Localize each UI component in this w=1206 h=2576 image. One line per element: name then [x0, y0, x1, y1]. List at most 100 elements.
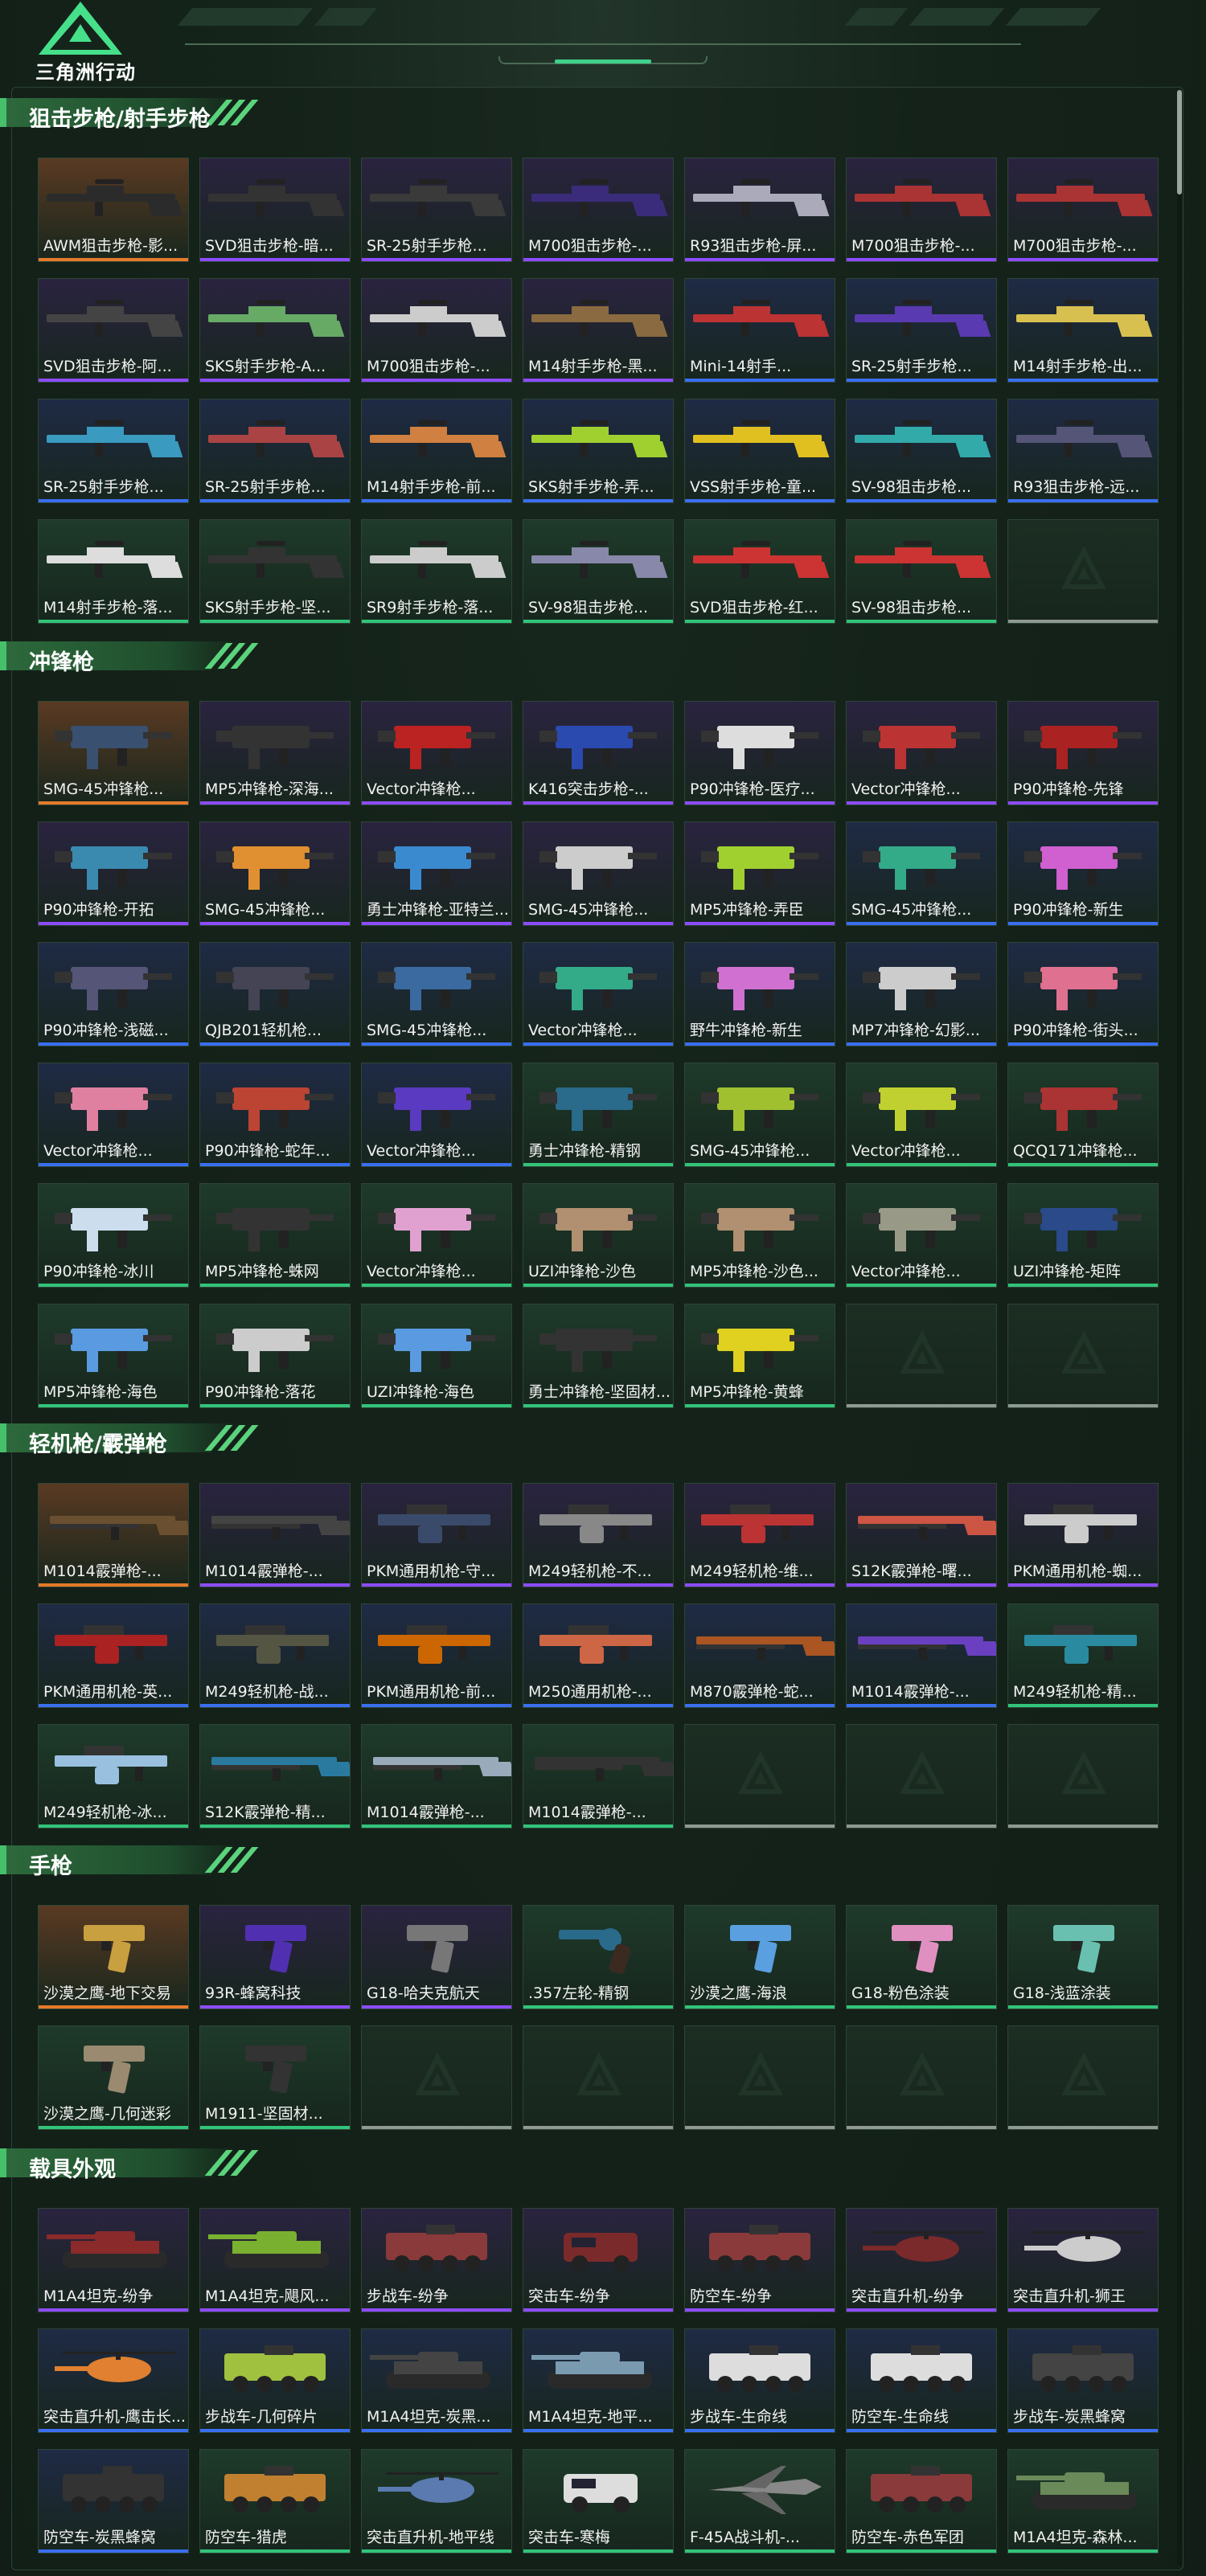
skin-card[interactable]: 步战车-生命线 — [684, 2328, 835, 2433]
skin-card[interactable]: PKM通用机枪-英... — [38, 1603, 189, 1708]
skin-card[interactable]: SR9射手步枪-落... — [361, 519, 512, 624]
skin-card[interactable]: M700狙击步枪-... — [1007, 158, 1159, 262]
skin-card[interactable]: R93狙击步枪-远... — [1007, 399, 1159, 503]
skin-card[interactable]: M1014霰弹枪-... — [38, 1483, 189, 1587]
skin-card[interactable]: Vector冲锋枪... — [846, 1183, 997, 1288]
skin-card[interactable]: MP5冲锋枪-黄蜂 — [684, 1304, 835, 1408]
skin-card[interactable]: M249轻机枪-维... — [684, 1483, 835, 1587]
skin-card[interactable]: PKM通用机枪-蜘... — [1007, 1483, 1159, 1587]
skin-card[interactable]: 勇士冲锋枪-坚固材... — [523, 1304, 674, 1408]
skin-card[interactable]: M249轻机枪-战... — [199, 1603, 351, 1708]
skin-card[interactable]: Vector冲锋枪... — [361, 1183, 512, 1288]
skin-card[interactable]: M700狙击步枪-... — [523, 158, 674, 262]
skin-card[interactable]: SMG-45冲锋枪... — [38, 701, 189, 805]
skin-card[interactable]: M700狙击步枪-... — [361, 278, 512, 383]
skin-card[interactable]: SR-25射手步枪... — [846, 278, 997, 383]
skin-card[interactable]: Mini-14射手... — [684, 278, 835, 383]
skin-card[interactable]: M249轻机枪-精... — [1007, 1603, 1159, 1708]
skin-card[interactable]: 突击直升机-鹰击长... — [38, 2328, 189, 2433]
skin-card[interactable]: P90冲锋枪-浅磁... — [38, 942, 189, 1046]
skin-card[interactable]: MP5冲锋枪-沙色... — [684, 1183, 835, 1288]
skin-card[interactable]: G18-浅蓝涂装 — [1007, 1905, 1159, 2009]
skin-card[interactable]: M1014霰弹枪-... — [846, 1603, 997, 1708]
skin-card[interactable]: SV-98狙击步枪... — [523, 519, 674, 624]
skin-card[interactable]: 突击直升机-地平线 — [361, 2449, 512, 2553]
skin-card[interactable]: S12K霰弹枪-精... — [199, 1724, 351, 1829]
skin-card[interactable]: MP5冲锋枪-深海... — [199, 701, 351, 805]
skin-card[interactable]: VSS射手步枪-童... — [684, 399, 835, 503]
skin-card[interactable]: P90冲锋枪-新生 — [1007, 821, 1159, 926]
skin-card[interactable]: Vector冲锋枪... — [846, 1063, 997, 1167]
skin-card[interactable]: 防空车-猎虎 — [199, 2449, 351, 2553]
skin-card[interactable]: 沙漠之鹰-海浪 — [684, 1905, 835, 2009]
skin-card[interactable]: P90冲锋枪-街头... — [1007, 942, 1159, 1046]
skin-card[interactable]: M1014霰弹枪-... — [361, 1724, 512, 1829]
skin-card[interactable]: F-45A战斗机-... — [684, 2449, 835, 2553]
skin-card[interactable]: SV-98狙击步枪... — [846, 399, 997, 503]
skin-card[interactable]: 沙漠之鹰-几何迷彩 — [38, 2025, 189, 2130]
skin-card[interactable]: Vector冲锋枪... — [846, 701, 997, 805]
skin-card[interactable]: M1A4坦克-飓风... — [199, 2208, 351, 2312]
scrollbar[interactable] — [1177, 90, 1182, 2566]
scrollbar-thumb[interactable] — [1177, 90, 1182, 195]
skin-card[interactable]: Vector冲锋枪... — [361, 1063, 512, 1167]
skin-card[interactable]: M700狙击步枪-... — [846, 158, 997, 262]
skin-card[interactable]: Vector冲锋枪... — [523, 942, 674, 1046]
skin-card[interactable]: UZI冲锋枪-矩阵 — [1007, 1183, 1159, 1288]
skin-card[interactable]: SMG-45冲锋枪... — [523, 821, 674, 926]
skin-card[interactable]: SVD狙击步枪-暗... — [199, 158, 351, 262]
skin-card[interactable]: P90冲锋枪-开拓 — [38, 821, 189, 926]
skin-card[interactable]: 防空车-赤色军团 — [846, 2449, 997, 2553]
skin-card[interactable]: M250通用机枪-... — [523, 1603, 674, 1708]
skin-card[interactable]: G18-哈夫克航天 — [361, 1905, 512, 2009]
skin-card[interactable]: UZI冲锋枪-海色 — [361, 1304, 512, 1408]
skin-card[interactable]: SR-25射手步枪... — [199, 399, 351, 503]
skin-card[interactable]: PKM通用机枪-前... — [361, 1603, 512, 1708]
skin-card[interactable]: .357左轮-精钢 — [523, 1905, 674, 2009]
skin-card[interactable]: SMG-45冲锋枪... — [361, 942, 512, 1046]
skin-card[interactable]: MP7冲锋枪-幻影... — [846, 942, 997, 1046]
skin-card[interactable]: 防空车-生命线 — [846, 2328, 997, 2433]
skin-card[interactable]: 步战车-炭黑蜂窝 — [1007, 2328, 1159, 2433]
skin-card[interactable]: Vector冲锋枪... — [38, 1063, 189, 1167]
skin-card[interactable]: M249轻机枪-冰... — [38, 1724, 189, 1829]
skin-card[interactable]: M1014霰弹枪-... — [199, 1483, 351, 1587]
skin-card[interactable]: M1A4坦克-炭黑... — [361, 2328, 512, 2433]
skin-card[interactable]: M1A4坦克-森林... — [1007, 2449, 1159, 2553]
skin-card[interactable]: SV-98狙击步枪... — [846, 519, 997, 624]
skin-card[interactable]: M14射手步枪-出... — [1007, 278, 1159, 383]
skin-card[interactable]: M14射手步枪-落... — [38, 519, 189, 624]
skin-card[interactable]: M1A4坦克-地平... — [523, 2328, 674, 2433]
skin-card[interactable]: M1A4坦克-纷争 — [38, 2208, 189, 2312]
skin-card[interactable]: P90冲锋枪-冰川 — [38, 1183, 189, 1288]
skin-card[interactable]: M870霰弹枪-蛇... — [684, 1603, 835, 1708]
skin-card[interactable]: R93狙击步枪-屏... — [684, 158, 835, 262]
skin-card[interactable]: M1911-坚固材... — [199, 2025, 351, 2130]
skin-card[interactable]: SKS射手步枪-坚... — [199, 519, 351, 624]
skin-card[interactable]: PKM通用机枪-守... — [361, 1483, 512, 1587]
skin-card[interactable]: 突击车-纷争 — [523, 2208, 674, 2312]
skin-card[interactable]: P90冲锋枪-落花 — [199, 1304, 351, 1408]
skin-card[interactable]: S12K霰弹枪-曙... — [846, 1483, 997, 1587]
skin-card[interactable]: M14射手步枪-前... — [361, 399, 512, 503]
skin-card[interactable]: 突击直升机-狮王 — [1007, 2208, 1159, 2312]
skin-card[interactable]: 防空车-炭黑蜂窝 — [38, 2449, 189, 2553]
skin-card[interactable]: 野牛冲锋枪-新生 — [684, 942, 835, 1046]
skin-card[interactable]: 步战车-纷争 — [361, 2208, 512, 2312]
skin-card[interactable]: QJB201轻机枪... — [199, 942, 351, 1046]
skin-card[interactable]: 防空车-纷争 — [684, 2208, 835, 2312]
skin-card[interactable]: G18-粉色涂装 — [846, 1905, 997, 2009]
skin-card[interactable]: 步战车-几何碎片 — [199, 2328, 351, 2433]
skin-card[interactable]: MP5冲锋枪-海色 — [38, 1304, 189, 1408]
skin-card[interactable]: 突击车-寒梅 — [523, 2449, 674, 2553]
skin-card[interactable]: MP5冲锋枪-弄臣 — [684, 821, 835, 926]
skin-card[interactable]: 突击直升机-纷争 — [846, 2208, 997, 2312]
skin-card[interactable]: SMG-45冲锋枪... — [684, 1063, 835, 1167]
skin-card[interactable]: 沙漠之鹰-地下交易 — [38, 1905, 189, 2009]
skin-card[interactable]: 勇士冲锋枪-亚特兰... — [361, 821, 512, 926]
skin-card[interactable]: SMG-45冲锋枪... — [199, 821, 351, 926]
skin-card[interactable]: 勇士冲锋枪-精钢 — [523, 1063, 674, 1167]
skin-card[interactable]: SR-25射手步枪... — [38, 399, 189, 503]
skin-card[interactable]: M14射手步枪-黑... — [523, 278, 674, 383]
skin-card[interactable]: SR-25射手步枪... — [361, 158, 512, 262]
